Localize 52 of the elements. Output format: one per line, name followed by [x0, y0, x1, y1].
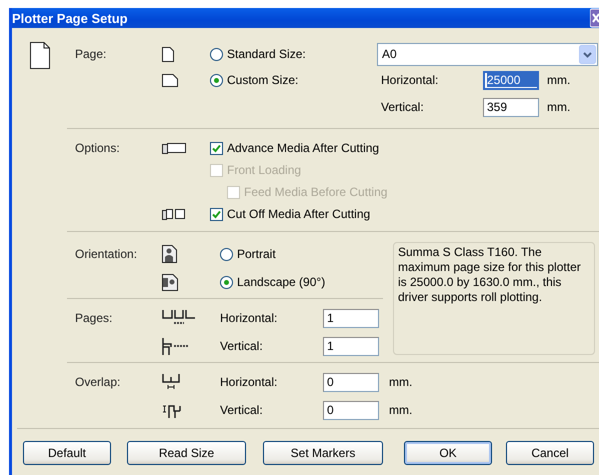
- portrait-page-icon: [162, 46, 174, 62]
- field-label: Vertical:: [220, 403, 264, 417]
- horizontal-overlap-icon: [162, 374, 180, 390]
- radio-button[interactable]: [220, 276, 233, 288]
- section-label: Orientation:: [74, 247, 138, 261]
- input-field[interactable]: 25000: [483, 70, 539, 90]
- input-field[interactable]: 0: [323, 400, 379, 420]
- radio-label[interactable]: Landscape (90°): [237, 275, 326, 289]
- unit-label: mm.: [547, 73, 570, 87]
- unit-label: mm.: [389, 403, 412, 417]
- section-label: Options:: [74, 141, 121, 155]
- field-label: Vertical:: [381, 100, 425, 114]
- portrait-person-icon: [162, 245, 177, 263]
- chevron-icon[interactable]: [579, 44, 596, 64]
- section-label: Pages:: [74, 311, 114, 325]
- input-field[interactable]: 1: [323, 336, 379, 356]
- close-icon[interactable]: [590, 8, 599, 28]
- field-label: Horizontal:: [381, 73, 440, 87]
- dialog-button[interactable]: Read Size: [127, 441, 246, 465]
- checkbox[interactable]: [210, 142, 223, 154]
- horizontal-pages-icon: [162, 310, 196, 326]
- checkbox[interactable]: [210, 208, 223, 220]
- field-label: Vertical:: [220, 339, 264, 353]
- radio-button[interactable]: [210, 74, 223, 86]
- dialog-button[interactable]: OK: [404, 441, 492, 465]
- field-label: Horizontal:: [220, 375, 278, 389]
- unit-label: mm.: [389, 375, 412, 389]
- info-box: Summa S Class T160. The maximum page size for this plotter is 25000.0 by 1630.0 mm., this driver supports roll plotting.: [393, 242, 595, 355]
- radio-button[interactable]: [210, 48, 223, 60]
- dropdown[interactable]: A0: [377, 42, 598, 66]
- dialog-button[interactable]: Cancel: [506, 441, 594, 465]
- media-roll-icon: [162, 142, 186, 154]
- section-label: Overlap:: [74, 375, 122, 389]
- unit-label: mm.: [547, 100, 570, 114]
- input-field[interactable]: 1: [323, 308, 379, 328]
- radio-label[interactable]: Custom Size:: [227, 73, 298, 87]
- dialog-button[interactable]: Default: [23, 441, 111, 465]
- radio-label[interactable]: Standard Size:: [227, 47, 306, 61]
- dialog-button[interactable]: Set Markers: [263, 441, 383, 465]
- section-label: Page:: [74, 47, 108, 61]
- landscape-page-icon: [162, 74, 178, 86]
- radio-button[interactable]: [220, 248, 233, 260]
- radio-label[interactable]: Portrait: [237, 247, 276, 261]
- checkbox-label[interactable]: Cut Off Media After Cutting: [227, 207, 370, 221]
- window-title: Plotter Page Setup: [12, 10, 128, 26]
- input-field[interactable]: 359: [483, 98, 539, 116]
- checkbox-label[interactable]: Advance Media After Cutting: [227, 141, 380, 155]
- page-icon: [30, 42, 50, 69]
- input-field[interactable]: 0: [323, 372, 379, 392]
- field-label: Horizontal:: [220, 311, 278, 325]
- landscape-person-icon: [162, 274, 178, 290]
- cut-media-icon: [162, 208, 186, 220]
